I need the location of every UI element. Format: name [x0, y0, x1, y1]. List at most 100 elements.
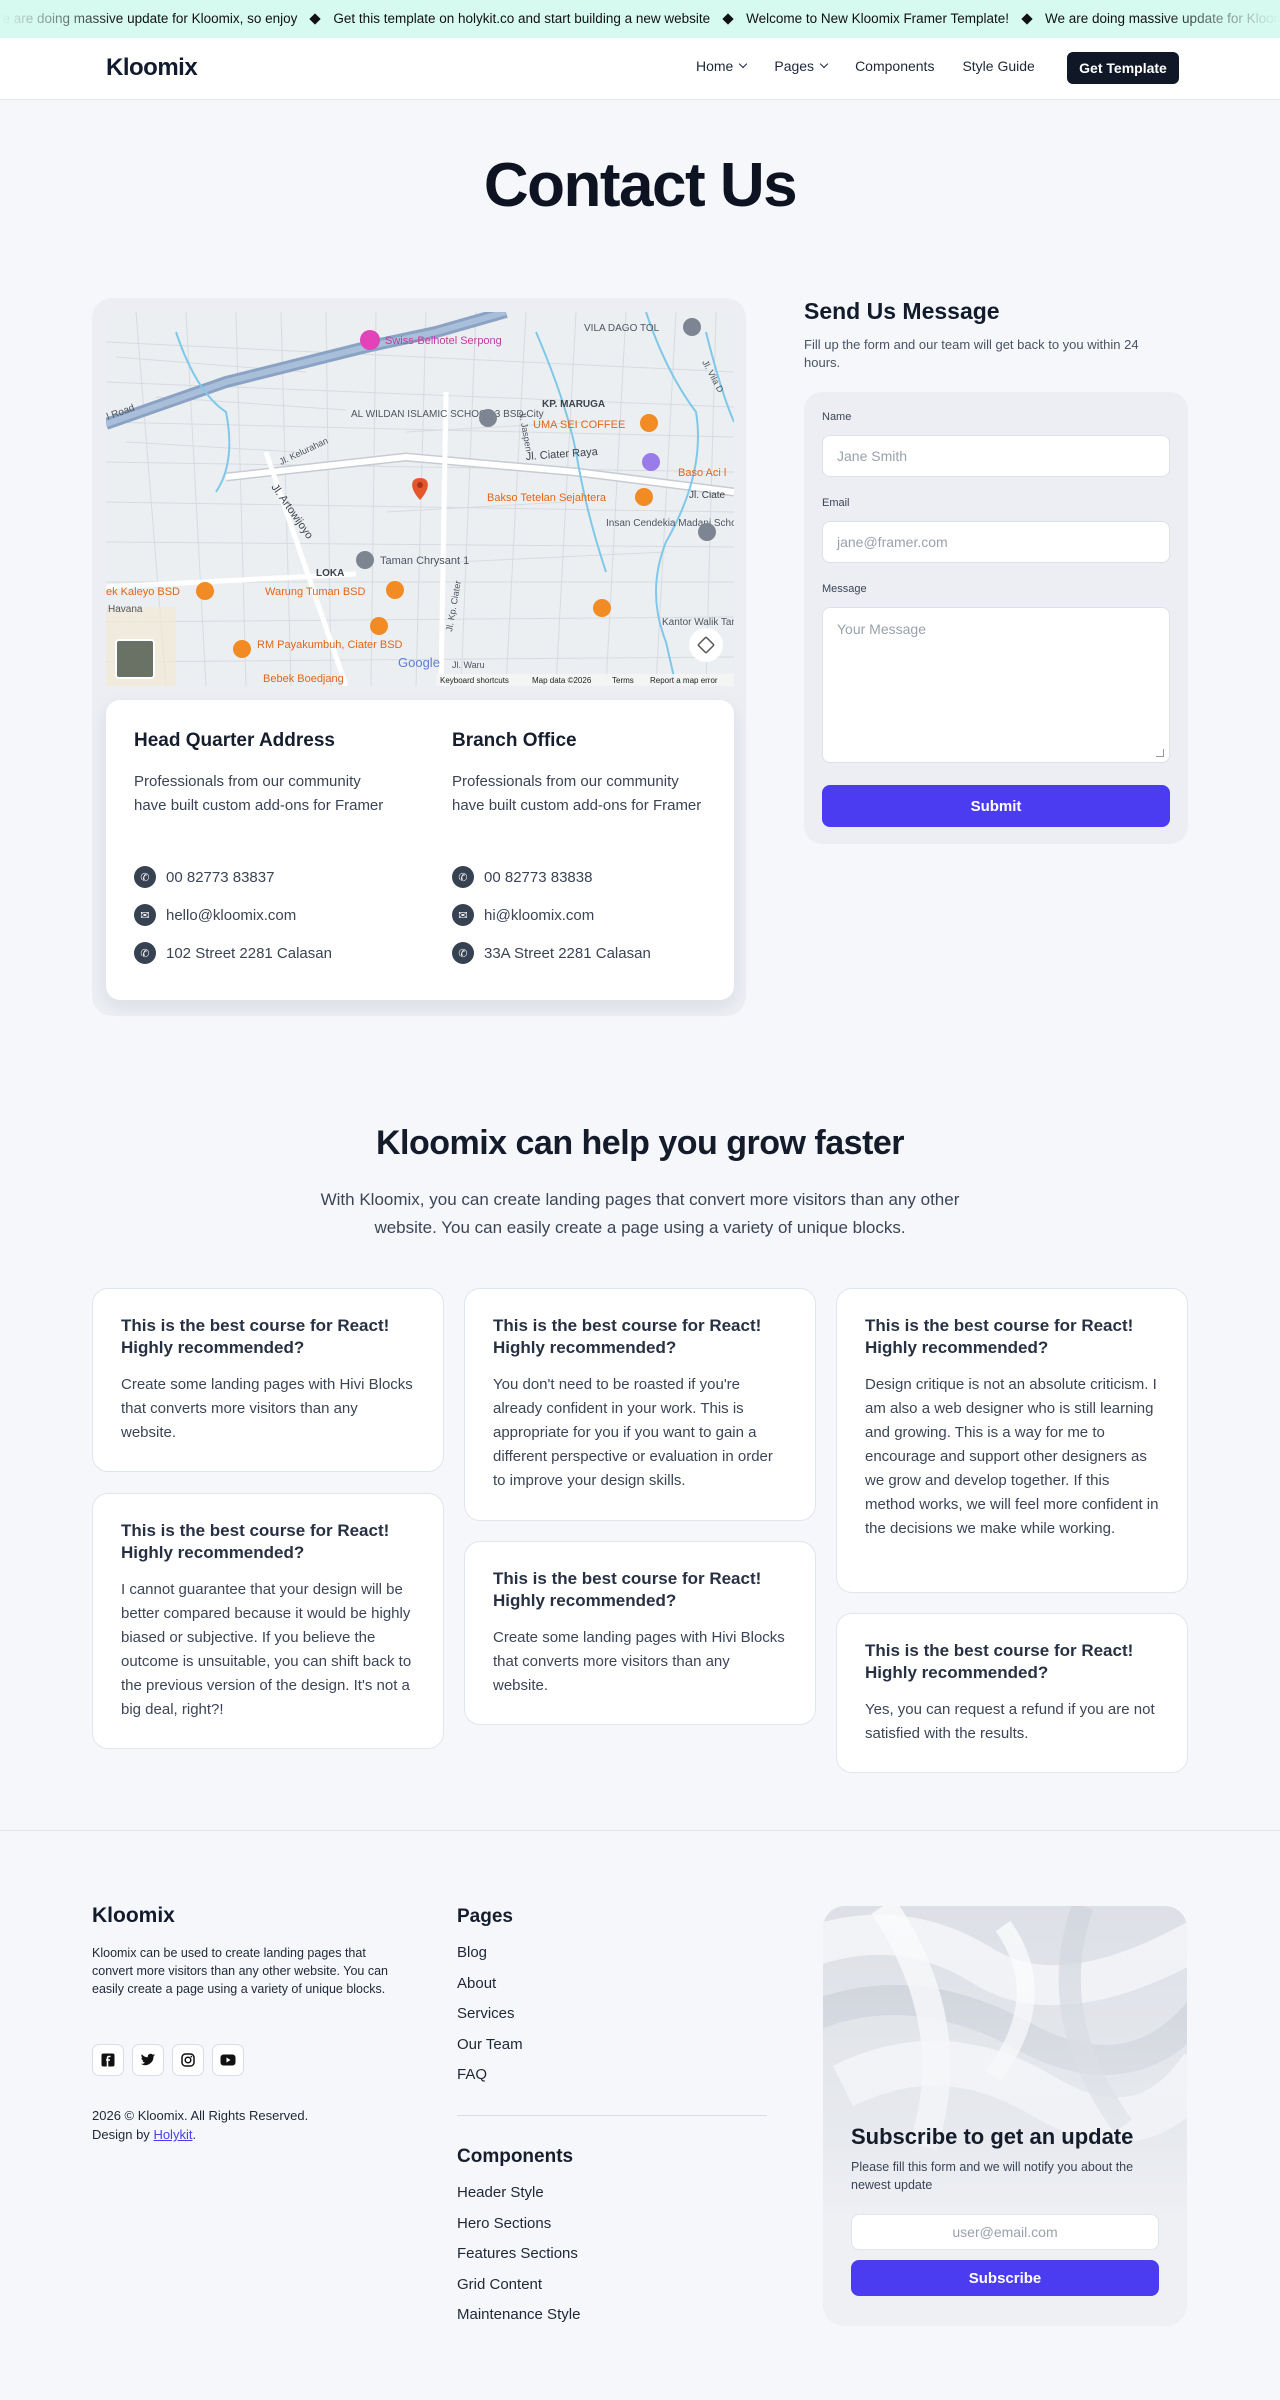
nav-home[interactable]: Home: [696, 58, 748, 74]
phone-icon: ✆: [134, 866, 156, 888]
footer-link-hero-sections[interactable]: Hero Sections: [457, 2214, 580, 2245]
get-template-button[interactable]: Get Template: [1067, 52, 1179, 84]
testimonial-title: This is the best course for React! Highl…: [865, 1316, 1134, 1357]
testimonial-card: This is the best course for React! Highl…: [836, 1288, 1188, 1593]
page-title: Contact Us: [483, 151, 798, 220]
nav-components[interactable]: Components: [855, 58, 934, 74]
subscribe-title: Subscribe to get an update: [851, 2124, 1134, 2149]
map-label: Havana: [108, 604, 143, 615]
office-email[interactable]: ✉ hello@kloomix.com: [134, 896, 394, 934]
office-title: Branch Office: [452, 730, 577, 751]
footer-pages-title: Pages: [457, 1906, 513, 1927]
footer-description: Kloomix can be used to create landing pa…: [92, 1946, 388, 1996]
map-label: Kantor Walik Tangera: [662, 617, 734, 628]
message-placeholder: Your Message: [837, 621, 926, 637]
mail-icon: ✉: [452, 904, 474, 926]
phone-icon: ✆: [452, 866, 474, 888]
form-title: Send Us Message: [804, 298, 1000, 324]
announcement-bar: We are doing massive update for Kloomix,…: [0, 0, 1280, 38]
office-title: Head Quarter Address: [134, 730, 335, 751]
announcement-item: Get this template on holykit.co and star…: [333, 0, 746, 38]
name-input[interactable]: Jane Smith: [822, 435, 1170, 477]
email-text: hi@kloomix.com: [484, 906, 595, 924]
map-label: Bebek Boedjang: [263, 673, 344, 685]
testimonial-title: This is the best course for React! Highl…: [121, 1521, 390, 1562]
map-label: UMA SEI COFFEE: [533, 419, 625, 431]
logo[interactable]: Kloomix: [106, 54, 198, 82]
satellite-toggle[interactable]: [115, 639, 155, 679]
footer-link-grid-content[interactable]: Grid Content: [457, 2275, 580, 2306]
keyboard-shortcuts-link[interactable]: Keyboard shortcuts: [440, 676, 509, 685]
footer-link-faq[interactable]: FAQ: [457, 2065, 523, 2096]
map-label: Insan Cendekia Madani School: [606, 518, 734, 529]
subscribe-card: Subscribe to get an update Please fill t…: [823, 1906, 1187, 2326]
email-label: Email: [822, 497, 850, 509]
message-label: Message: [822, 583, 867, 595]
office-email[interactable]: ✉ hi@kloomix.com: [452, 896, 712, 934]
map-label: ek Kaleyo BSD: [106, 586, 180, 598]
map-label: Jl. Ciate: [689, 490, 726, 501]
contact-form: Name Jane Smith Email jane@framer.com Me…: [804, 392, 1188, 844]
testimonial-card: This is the best course for React! Highl…: [92, 1288, 444, 1472]
footer-link-blog[interactable]: Blog: [457, 1943, 523, 1974]
map-label: KP. MARUGA: [542, 399, 605, 410]
map-label: Bakso Tetelan Sejahtera: [487, 492, 607, 504]
twitter-icon[interactable]: [132, 2044, 164, 2076]
fullscreen-button[interactable]: [689, 628, 723, 662]
office-address: ✆ 33A Street 2281 Calasan: [452, 934, 712, 972]
message-textarea[interactable]: Your Message: [822, 607, 1170, 763]
office-branch: Branch Office Professionals from our com…: [452, 730, 712, 972]
announcement-item: Welcome to New Kloomix Framer Template!: [746, 0, 1045, 38]
footer-link-services[interactable]: Services: [457, 2004, 523, 2035]
footer-link-header-style[interactable]: Header Style: [457, 2183, 580, 2214]
footer-pages-list: Blog About Services Our Team FAQ: [457, 1943, 523, 2096]
footer-link-features-sections[interactable]: Features Sections: [457, 2244, 580, 2275]
testimonial-title: This is the best course for React! Highl…: [493, 1316, 762, 1357]
email-text: hello@kloomix.com: [166, 906, 297, 924]
subscribe-button[interactable]: Subscribe: [851, 2260, 1159, 2296]
holykit-link[interactable]: Holykit: [153, 2127, 192, 2142]
facebook-icon[interactable]: [92, 2044, 124, 2076]
location-icon: ✆: [134, 942, 156, 964]
footer-link-our-team[interactable]: Our Team: [457, 2035, 523, 2066]
footer-link-about[interactable]: About: [457, 1974, 523, 2005]
name-label: Name: [822, 411, 852, 423]
nav-style-guide[interactable]: Style Guide: [962, 58, 1034, 74]
testimonial-text: Yes, you can request a refund if you are…: [865, 1701, 1155, 1742]
email-input[interactable]: jane@framer.com: [822, 521, 1170, 563]
form-subtitle: Fill up the form and our team will get b…: [804, 337, 1139, 370]
testimonial-text: Create some landing pages with Hivi Bloc…: [121, 1376, 413, 1441]
grow-title: Kloomix can help you grow faster: [375, 1124, 905, 1162]
map-label: AL WILDAN ISLAMIC SCHOOL 3 BSD City: [351, 409, 544, 420]
office-description: Professionals from our community have bu…: [452, 773, 702, 814]
diamond-icon: [722, 13, 734, 25]
map-canvas: Swiss-Belhotel Serpong VILA DAGO TOL Jl.…: [106, 312, 734, 686]
nav-style-guide-label: Style Guide: [962, 58, 1035, 74]
footer-link-maintenance-style[interactable]: Maintenance Style: [457, 2305, 580, 2336]
submit-button[interactable]: Submit: [822, 785, 1170, 827]
instagram-icon[interactable]: [172, 2044, 204, 2076]
footer-logo[interactable]: Kloomix: [92, 1904, 175, 1928]
chevron-down-icon: [819, 59, 829, 69]
testimonial-title: This is the best course for React! Highl…: [493, 1569, 762, 1610]
phone-text: 00 82773 83838: [484, 868, 593, 886]
office-phone[interactable]: ✆ 00 82773 83837: [134, 858, 394, 896]
subscribe-email-input[interactable]: user@email.com: [851, 2214, 1159, 2250]
youtube-icon[interactable]: [212, 2044, 244, 2076]
nav-pages[interactable]: Pages: [774, 58, 829, 74]
embedded-map[interactable]: Swiss-Belhotel Serpong VILA DAGO TOL Jl.…: [106, 312, 734, 686]
address-text: 102 Street 2281 Calasan: [166, 944, 332, 962]
terms-link[interactable]: Terms: [612, 676, 634, 685]
copyright: 2026 © Kloomix. All Rights Reserved. Des…: [92, 2106, 308, 2144]
office-phone[interactable]: ✆ 00 82773 83838: [452, 858, 712, 896]
office-hq: Head Quarter Address Professionals from …: [134, 730, 394, 972]
map-label: VILA DAGO TOL: [584, 323, 660, 334]
testimonial-text: Create some landing pages with Hivi Bloc…: [493, 1629, 785, 1694]
report-link[interactable]: Report a map error: [650, 676, 718, 685]
testimonial-card: This is the best course for React! Highl…: [464, 1288, 816, 1521]
testimonial-text: Design critique is not an absolute criti…: [865, 1376, 1159, 1537]
map-label: LOKA: [316, 568, 344, 579]
resize-handle-icon[interactable]: [1156, 749, 1164, 757]
footer-divider: [457, 2115, 767, 2116]
testimonial-text: I cannot guarantee that your design will…: [121, 1581, 412, 1718]
